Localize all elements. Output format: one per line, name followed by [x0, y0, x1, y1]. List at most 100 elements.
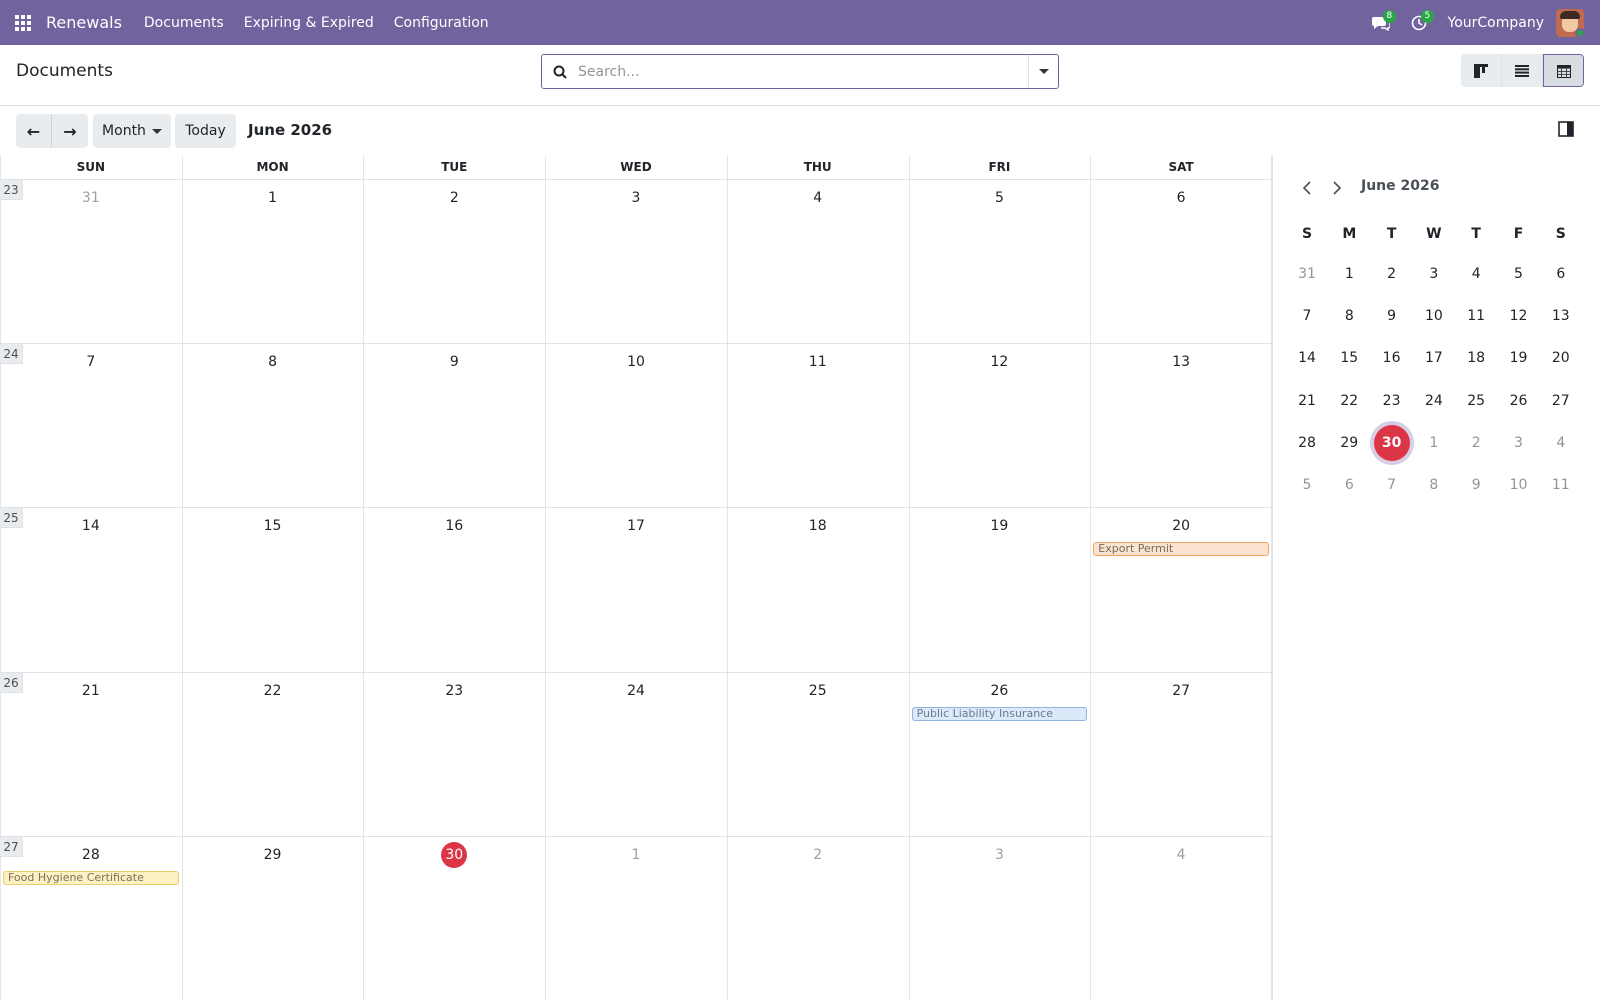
- mini-prev-month-button[interactable]: [1295, 176, 1319, 200]
- day-number[interactable]: 5: [986, 185, 1012, 211]
- day-number[interactable]: 6: [1168, 185, 1194, 211]
- mini-calendar-day[interactable]: 6: [1543, 256, 1579, 292]
- mini-calendar-day[interactable]: 31: [1289, 256, 1325, 292]
- list-view-button[interactable]: [1502, 54, 1543, 87]
- day-number[interactable]: 22: [260, 678, 286, 704]
- day-number[interactable]: 29: [260, 842, 286, 868]
- day-number[interactable]: 23: [441, 678, 467, 704]
- mini-next-month-button[interactable]: [1325, 176, 1349, 200]
- menu-configuration[interactable]: Configuration: [384, 15, 499, 31]
- mini-calendar-day[interactable]: 20: [1543, 340, 1579, 376]
- day-number[interactable]: 18: [805, 513, 831, 539]
- mini-calendar-day[interactable]: 8: [1416, 467, 1452, 503]
- kanban-view-button[interactable]: [1461, 54, 1502, 87]
- day-number[interactable]: 24: [623, 678, 649, 704]
- mini-calendar-day[interactable]: 11: [1458, 298, 1494, 334]
- calendar-event[interactable]: Public Liability Insurance: [911, 706, 1088, 721]
- mini-calendar-day[interactable]: 16: [1374, 340, 1410, 376]
- mini-calendar-day[interactable]: 4: [1458, 256, 1494, 292]
- day-number[interactable]: 31: [78, 185, 104, 211]
- mini-calendar-day[interactable]: 28: [1289, 425, 1325, 461]
- day-number[interactable]: 25: [805, 678, 831, 704]
- day-number[interactable]: 27: [1168, 678, 1194, 704]
- today-button[interactable]: Today: [175, 114, 236, 148]
- day-number[interactable]: 28: [78, 842, 104, 868]
- mini-calendar-day[interactable]: 9: [1458, 467, 1494, 503]
- mini-calendar-day[interactable]: 7: [1374, 467, 1410, 503]
- search-options-toggle[interactable]: [1028, 55, 1058, 88]
- mini-calendar-day[interactable]: 15: [1331, 340, 1367, 376]
- mini-calendar-day[interactable]: 7: [1289, 298, 1325, 334]
- mini-calendar-day[interactable]: 1: [1416, 425, 1452, 461]
- mini-calendar-day[interactable]: 9: [1374, 298, 1410, 334]
- mini-calendar-day[interactable]: 3: [1416, 256, 1452, 292]
- day-number[interactable]: 13: [1168, 349, 1194, 375]
- sidebar-toggle-icon[interactable]: [1558, 121, 1576, 139]
- day-number[interactable]: 3: [623, 185, 649, 211]
- activities-button[interactable]: 5: [1400, 0, 1438, 45]
- day-number[interactable]: 30: [441, 841, 468, 868]
- previous-period-button[interactable]: ←: [16, 114, 52, 148]
- day-number[interactable]: 8: [260, 349, 286, 375]
- mini-calendar-day[interactable]: 13: [1543, 298, 1579, 334]
- messages-button[interactable]: 8: [1362, 0, 1400, 45]
- day-number[interactable]: 7: [78, 349, 104, 375]
- calendar-event[interactable]: Food Hygiene Certificate: [3, 870, 179, 885]
- search-input[interactable]: [578, 56, 1028, 87]
- calendar-event[interactable]: Export Permit: [1093, 542, 1269, 557]
- mini-calendar-day[interactable]: 4: [1543, 425, 1579, 461]
- day-number[interactable]: 20: [1168, 513, 1194, 539]
- mini-calendar-day[interactable]: 19: [1501, 340, 1537, 376]
- scale-dropdown-button[interactable]: Month: [93, 114, 171, 148]
- day-number[interactable]: 16: [441, 513, 467, 539]
- calendar-view-button[interactable]: [1543, 54, 1584, 87]
- day-number[interactable]: 4: [1168, 842, 1194, 868]
- day-number[interactable]: 21: [78, 678, 104, 704]
- day-number[interactable]: 1: [260, 185, 286, 211]
- mini-calendar-day[interactable]: 17: [1416, 340, 1452, 376]
- next-period-button[interactable]: →: [52, 114, 88, 148]
- mini-calendar-day[interactable]: 14: [1289, 340, 1325, 376]
- apps-menu-icon[interactable]: [0, 0, 46, 45]
- day-number[interactable]: 3: [986, 842, 1012, 868]
- mini-calendar-day[interactable]: 23: [1374, 383, 1410, 419]
- mini-calendar-day[interactable]: 26: [1501, 383, 1537, 419]
- mini-calendar-day[interactable]: 11: [1543, 467, 1579, 503]
- day-number[interactable]: 15: [260, 513, 286, 539]
- mini-calendar-day[interactable]: 5: [1501, 256, 1537, 292]
- mini-calendar-day[interactable]: 25: [1458, 383, 1494, 419]
- mini-calendar-day[interactable]: 18: [1458, 340, 1494, 376]
- mini-calendar-day[interactable]: 22: [1331, 383, 1367, 419]
- mini-calendar-day[interactable]: 21: [1289, 383, 1325, 419]
- day-number[interactable]: 12: [986, 349, 1012, 375]
- day-number[interactable]: 2: [805, 842, 831, 868]
- menu-expiring-expired[interactable]: Expiring & Expired: [234, 15, 384, 31]
- mini-calendar-day[interactable]: 27: [1543, 383, 1579, 419]
- mini-calendar-day[interactable]: 1: [1331, 256, 1367, 292]
- mini-calendar-day[interactable]: 8: [1331, 298, 1367, 334]
- day-number[interactable]: 19: [986, 513, 1012, 539]
- mini-calendar-day[interactable]: 2: [1458, 425, 1494, 461]
- day-number[interactable]: 1: [623, 842, 649, 868]
- user-avatar[interactable]: [1556, 8, 1584, 37]
- mini-calendar-day[interactable]: 6: [1331, 467, 1367, 503]
- day-number[interactable]: 14: [78, 513, 104, 539]
- mini-calendar-day[interactable]: 3: [1501, 425, 1537, 461]
- menu-documents[interactable]: Documents: [134, 15, 234, 31]
- day-number[interactable]: 4: [805, 185, 831, 211]
- day-number[interactable]: 26: [986, 678, 1012, 704]
- day-number[interactable]: 10: [623, 349, 649, 375]
- mini-calendar-day[interactable]: 29: [1331, 425, 1367, 461]
- mini-calendar-day[interactable]: 5: [1289, 467, 1325, 503]
- mini-calendar-day[interactable]: 24: [1416, 383, 1452, 419]
- mini-calendar-day[interactable]: 30: [1373, 424, 1410, 461]
- app-brand[interactable]: Renewals: [46, 13, 122, 32]
- company-switcher[interactable]: YourCompany: [1448, 15, 1545, 31]
- mini-calendar-day[interactable]: 12: [1501, 298, 1537, 334]
- day-number[interactable]: 17: [623, 513, 649, 539]
- mini-calendar-day[interactable]: 10: [1501, 467, 1537, 503]
- day-number[interactable]: 9: [441, 349, 467, 375]
- mini-calendar-day[interactable]: 2: [1374, 256, 1410, 292]
- day-number[interactable]: 2: [441, 185, 467, 211]
- mini-calendar-day[interactable]: 10: [1416, 298, 1452, 334]
